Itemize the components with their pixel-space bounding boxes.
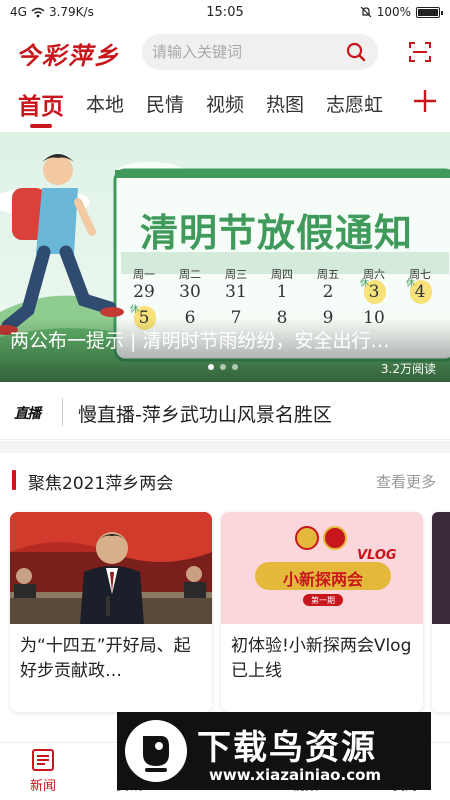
scan-icon[interactable] [408,40,432,64]
nav-news[interactable]: 新闻 [8,747,78,794]
tab-hot-pics[interactable]: 热图 [266,90,304,117]
thumbnail-vlog-tag: VLOG [357,548,397,563]
status-bar: 4G 3.79K/s 15:05 100% [0,0,450,26]
watermark-title: 下载鸟资源 [197,728,377,768]
card-thumbnail: 小新探两会 VLOG 第一期 [221,512,423,624]
app-header: 今彩萍乡 [0,28,450,76]
news-card[interactable]: 小新探两会 VLOG 第一期 初体验!小新探两会Vlog已上线 [221,512,423,712]
date-cell: 3 [368,282,380,302]
bird-logo-icon [143,736,169,772]
live-stream-item[interactable]: 直播 慢直播-萍乡武功山风景名胜区 [0,384,450,440]
weekday: 周三 [225,268,247,281]
carousel-dot [232,364,238,370]
search-icon[interactable] [346,42,366,62]
watermark-url: www.xiazainiao.com [209,766,382,784]
alarm-off-icon [360,6,372,18]
app-logo: 今彩萍乡 [16,41,120,70]
calendar-row-1: 29 30 31 1 2 休 3 休 4 [124,279,448,306]
active-tab-indicator [30,124,52,128]
search-input[interactable] [152,43,342,61]
banner-read-count: 3.2万阅读 [380,362,436,376]
section-header: 聚焦2021萍乡两会 查看更多 [0,458,450,504]
date-cell: 29 [133,282,155,302]
newspaper-icon [32,749,54,771]
tab-video[interactable]: 视频 [206,90,244,117]
live-badge: 直播 [14,406,41,422]
date-cell: 1 [276,282,288,302]
category-tabs: 首页 本地 民情 视频 热图 志愿虹 [0,82,450,128]
date-cell: 31 [225,282,247,302]
view-more-link[interactable]: 查看更多 [376,471,436,492]
card-title: 为“十四五”开好局、起好步贡献政… [20,636,191,681]
add-channel-icon[interactable] [412,88,438,114]
carousel-dot [220,364,226,370]
status-right: 100% [360,5,443,19]
section-separator [0,441,450,453]
news-card[interactable]: 为“十四五”开好局、起好步贡献政… [10,512,212,712]
section-accent-bar [12,470,16,490]
search-bar[interactable] [142,34,378,70]
weekday: 周四 [271,268,293,281]
tab-local[interactable]: 本地 [86,90,124,117]
watermark-logo [125,720,187,782]
carousel-dot-active [208,364,214,370]
poster-title: 清明节放假通知 [140,211,414,255]
weekday: 周五 [317,268,339,281]
weekday: 周一 [133,268,155,281]
thumbnail-headline: 小新探两会 [282,570,363,589]
tab-home[interactable]: 首页 [18,87,64,121]
banner-caption[interactable]: 两公布一提示 | 清明时节雨纷纷，安全出行… [10,326,440,353]
tab-public-opinion[interactable]: 民情 [146,90,184,117]
date-cell: 2 [322,282,334,302]
section-title: 聚焦2021萍乡两会 [28,474,174,494]
card-thumbnail [432,512,450,624]
weekday: 周二 [179,268,201,281]
date-cell: 30 [179,282,201,302]
battery-icon [416,6,443,18]
news-card-peek[interactable] [432,512,450,712]
nav-label: 新闻 [29,779,56,794]
battery-percent: 100% [376,5,411,19]
divider [62,398,63,426]
card-thumbnail [10,512,212,624]
site-watermark: 下载鸟资源 www.xiazainiao.com [117,712,431,790]
card-title: 初体验!小新探两会Vlog已上线 [231,636,412,681]
date-cell: 4 [414,282,426,302]
carousel-dots [208,364,238,370]
live-title[interactable]: 慢直播-萍乡武功山风景名胜区 [78,400,332,427]
tab-volunteer[interactable]: 志愿虹 [326,90,383,117]
thumbnail-episode: 第一期 [311,596,335,605]
